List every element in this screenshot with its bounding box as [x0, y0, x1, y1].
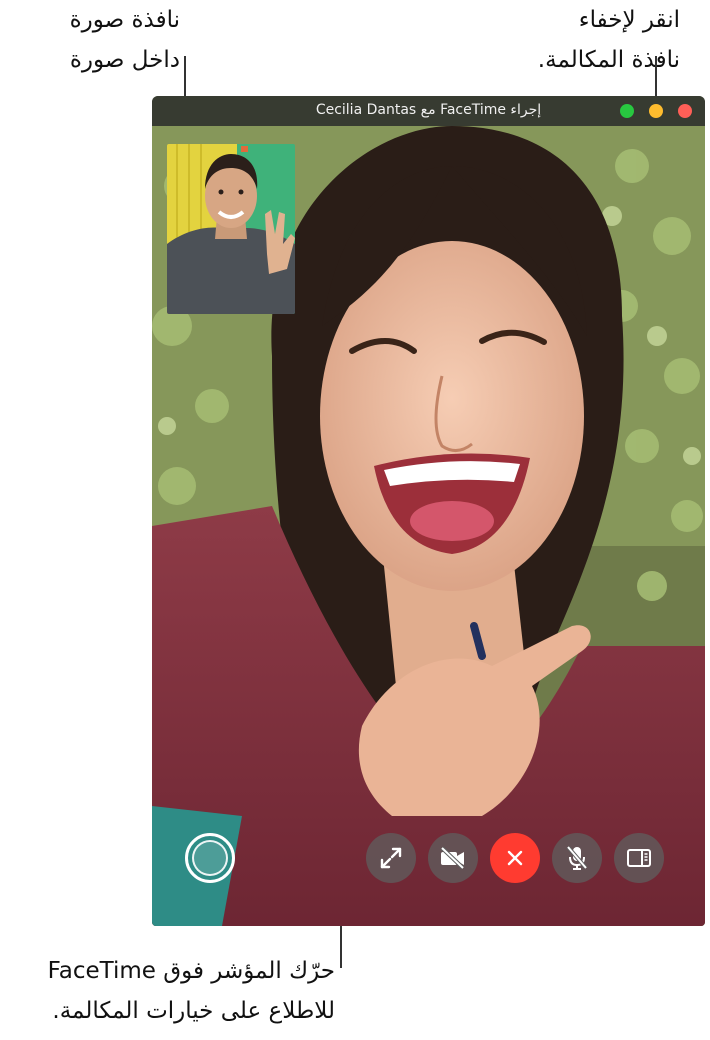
controls-callout-line2: للاطلاع على خيارات المكالمة.: [52, 998, 335, 1024]
pip-callout-line2: داخل صورة: [69, 47, 180, 73]
mic-slash-icon: [566, 845, 588, 870]
hide-callout: انقر لإخفاء نافذة المكالمة.: [470, 0, 680, 80]
hide-callout-line1: انقر لإخفاء: [578, 7, 680, 33]
hide-callout-line2: نافذة المكالمة.: [537, 47, 680, 73]
record-circle-icon: [192, 840, 228, 876]
sidebar-icon: [627, 849, 651, 867]
fullscreen-button[interactable]: [366, 833, 416, 883]
expand-arrows-icon: [380, 847, 402, 869]
end-call-button[interactable]: [490, 833, 540, 883]
pip-callout-line1: نافذة صورة: [69, 7, 180, 33]
sidebar-button[interactable]: [614, 833, 664, 883]
mute-button[interactable]: [552, 833, 602, 883]
video-off-button[interactable]: [428, 833, 478, 883]
facetime-window[interactable]: إجراء FaceTime مع Cecilia Dantas: [152, 96, 705, 926]
minimize-window-button[interactable]: [649, 104, 663, 118]
x-icon: [507, 850, 523, 866]
picture-in-picture-window[interactable]: [167, 144, 295, 314]
title-bar[interactable]: إجراء FaceTime مع Cecilia Dantas: [152, 96, 705, 126]
controls-callout-line1: حرّك المؤشر فوق FaceTime: [47, 958, 335, 984]
zoom-window-button[interactable]: [620, 104, 634, 118]
record-button[interactable]: [185, 833, 235, 883]
close-window-button[interactable]: [678, 104, 692, 118]
pip-callout: نافذة صورة داخل صورة: [40, 0, 180, 80]
controls-callout: حرّك المؤشر فوق FaceTime للاطلاع على خيا…: [0, 951, 335, 1031]
camera-slash-icon: [440, 846, 465, 870]
